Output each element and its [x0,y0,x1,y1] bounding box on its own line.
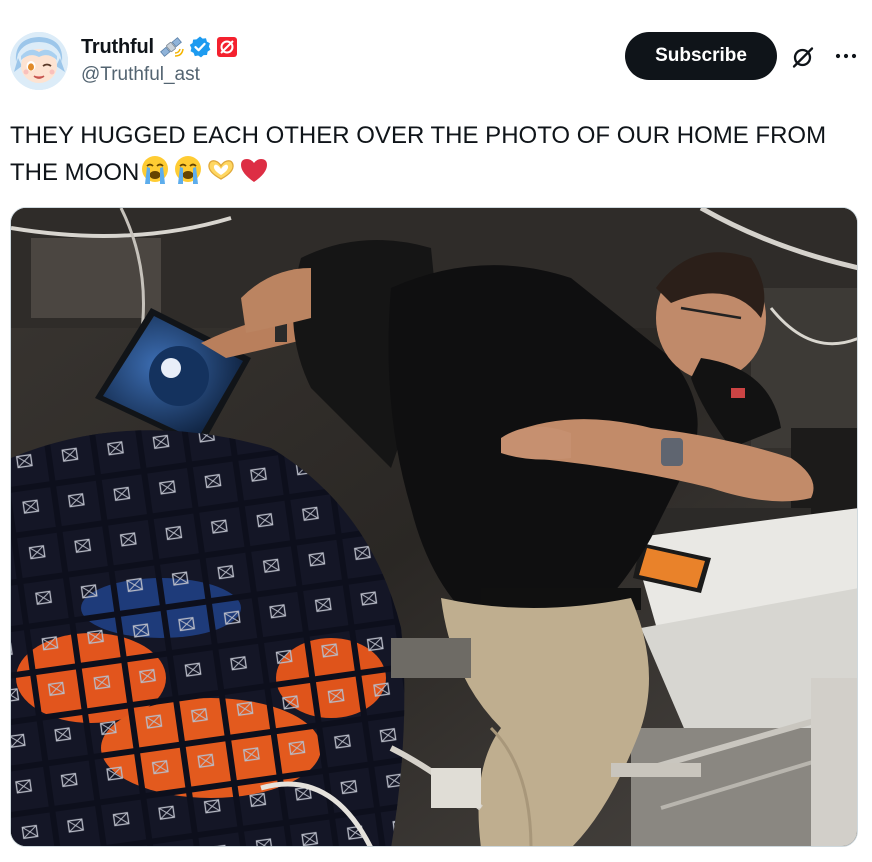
grok-icon[interactable] [790,44,816,70]
astronauts-hugging-image [11,208,857,846]
heart-hands-emoji [208,160,235,180]
loudly-crying-face-emoji [175,156,202,184]
subscribe-button[interactable]: Subscribe [625,32,777,80]
post-text-content: THEY HUGGED EACH OTHER OVER THE PHOTO OF… [10,122,827,186]
more-options-icon[interactable] [832,42,860,70]
verified-badge-icon[interactable] [188,35,212,59]
loudly-crying-face-emoji [142,156,169,184]
anime-avatar-icon [10,32,68,90]
satellite-emoji-icon [158,35,184,59]
post-text: THEY HUGGED EACH OTHER OVER THE PHOTO OF… [10,118,850,191]
author-name-row: Truthful [81,33,238,61]
red-heart-emoji [241,159,268,182]
author-avatar[interactable] [10,32,68,90]
author-handle[interactable]: @Truthful_ast [81,64,200,86]
affiliate-badge-icon[interactable] [216,36,238,58]
author-display-name[interactable]: Truthful [81,36,154,59]
emoji-row [139,154,270,186]
tweet-card: Truthful @Truthful_ast Subscribe THEY HU… [0,0,872,862]
video-media[interactable] [10,207,858,847]
